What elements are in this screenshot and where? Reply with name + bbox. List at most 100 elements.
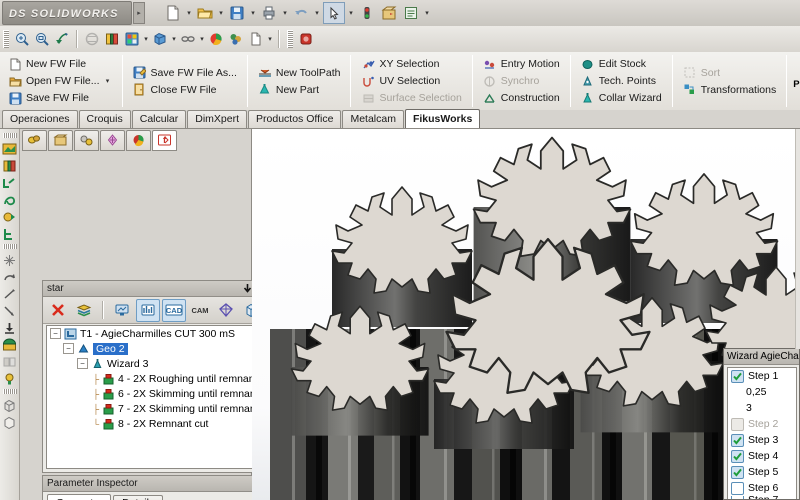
zoom-to-area-icon[interactable] [32,29,52,49]
wizard-step-list[interactable]: Step 1 0,25 3 Step 2 Step 3 [727,367,797,499]
solidworks-logo[interactable]: DS SOLIDWORKS [2,1,132,25]
dimxpert-tab[interactable] [100,130,125,151]
wizard-step-row[interactable]: Step 7 [728,496,796,499]
print-icon[interactable] [259,3,279,23]
wizard-step-row[interactable]: Step 6 [728,480,796,496]
wizard-step-row[interactable]: Step 4 [728,448,796,464]
tab-croquis[interactable]: Croquis [79,110,131,128]
transformations-button[interactable]: Transformations [679,81,780,98]
xy-selection-button[interactable]: XY Selection [357,56,465,73]
tab-productos-office[interactable]: Productos Office [248,110,341,128]
vbar-grip-3[interactable] [3,389,17,394]
save-icon[interactable] [227,3,247,23]
tab-calcular[interactable]: Calcular [132,110,187,128]
step-4-checkbox[interactable] [731,450,744,463]
wizard-substep-row[interactable]: 0,25 [728,384,796,400]
toolbar-grip-2[interactable] [287,30,293,48]
box-icon[interactable] [1,396,19,413]
uv-selection-button[interactable]: UV Selection [357,73,465,90]
sort-button[interactable]: Sort [679,64,780,81]
save-fw-file-as-button[interactable]: Save FW File As... [129,64,241,81]
view-orientation-caret[interactable]: ▾ [142,35,150,43]
configuration-tab[interactable] [74,130,99,151]
new-fw-file-button[interactable]: New FW File [4,56,116,73]
step-5-checkbox[interactable] [731,466,744,479]
logo-dropdown-arrow[interactable]: ▸ [133,2,145,24]
appearance-icon[interactable] [206,29,226,49]
sketch-line-icon[interactable] [1,174,19,191]
save-caret[interactable]: ▾ [249,9,257,17]
step-6-checkbox[interactable] [731,482,744,495]
arrow-icon[interactable] [1,302,19,319]
surface-selection-button[interactable]: Surface Selection [357,90,465,107]
tab-metalcam[interactable]: Metalcam [342,110,404,128]
step-7-checkbox[interactable] [731,496,744,499]
wizard-substep-row[interactable]: 3 [728,400,796,416]
options-icon[interactable] [401,3,421,23]
traffic-light-icon[interactable] [357,3,377,23]
tree-row-machine[interactable]: − T1 - AgieCharmilles CUT 300 mS [47,326,265,341]
tree-expander-machine[interactable]: − [50,328,61,339]
tree-row-geometry[interactable]: − Geo 2 [47,341,265,356]
zoom-to-fit-icon[interactable] [12,29,32,49]
new-document-caret[interactable]: ▾ [185,9,193,17]
display-manager-tab[interactable] [126,130,151,151]
synchro-button[interactable]: Synchro [479,73,564,90]
view-orientation-icon[interactable] [122,29,142,49]
print-caret[interactable]: ▾ [281,9,289,17]
collar-wizard-button[interactable]: Collar Wizard [577,90,666,107]
apply-scene-icon[interactable] [246,29,266,49]
search-icon[interactable] [296,29,316,49]
step-3-checkbox[interactable] [731,434,744,447]
tree-expander-geometry[interactable]: − [63,343,74,354]
open-fw-file-button[interactable]: Open FW File... ▾ [4,73,116,90]
tree-row-operation[interactable]: ├ 7 - 2X Skimming until remnant [47,401,265,416]
close-fw-file-button[interactable]: Close FW File [129,81,241,98]
wizard-step-row[interactable]: Step 5 [728,464,796,480]
tab-dimxpert[interactable]: DimXpert [187,110,247,128]
options-caret[interactable]: ▾ [423,9,431,17]
new-toolpath-button[interactable]: New ToolPath [254,64,345,81]
tab-details[interactable]: Details [113,495,163,500]
cavity-icon[interactable] [1,336,19,353]
hide-show-caret[interactable]: ▾ [198,35,206,43]
undo-caret[interactable]: ▾ [313,9,321,17]
step-2-checkbox[interactable] [731,418,744,431]
fikusworks-tab[interactable]: f [152,130,177,151]
section-view-icon[interactable] [102,29,122,49]
rebuild-icon[interactable] [379,3,399,23]
tab-fikusworks[interactable]: FikusWorks [405,109,480,128]
monitor-button[interactable] [110,299,134,322]
scene-icon[interactable] [226,29,246,49]
new-part-button[interactable]: New Part [254,81,345,98]
features-tree-tab[interactable] [22,130,47,151]
process-button[interactable]: Process ▾ [789,52,800,110]
layers-button[interactable] [72,299,96,322]
tab-geometry[interactable]: Geometry [47,494,111,500]
tree-row-operation[interactable]: └ 8 - 2X Remnant cut [47,416,265,431]
apply-scene-caret[interactable]: ▾ [266,35,274,43]
entry-motion-button[interactable]: Entry Motion [479,56,564,73]
select-arrow-icon[interactable] [323,2,345,24]
display-style-icon[interactable] [150,29,170,49]
vbar-grip-1[interactable] [3,133,17,138]
delete-button[interactable] [46,299,70,322]
view-shaded-icon[interactable] [1,140,19,157]
tree-row-wizard[interactable]: − Wizard 3 [47,356,265,371]
open-fw-file-caret[interactable]: ▾ [104,77,112,85]
tree-row-operation[interactable]: ├ 4 - 2X Roughing until remnant [47,371,265,386]
tree-row-operation[interactable]: ├ 6 - 2X Skimming until remnant [47,386,265,401]
mirror-icon[interactable] [1,353,19,370]
section-icon[interactable] [1,157,19,174]
toolpath-tree[interactable]: − T1 - AgieCharmilles CUT 300 mS − Geo 2 [46,325,266,469]
new-document-icon[interactable] [163,3,183,23]
point-icon[interactable] [1,251,19,268]
edit-stock-button[interactable]: Edit Stock [577,56,666,73]
rotate-view-icon[interactable] [82,29,102,49]
wizard-step-row[interactable]: Step 1 [728,368,796,384]
fillet-icon[interactable] [1,208,19,225]
construction-button[interactable]: Construction [479,90,564,107]
graphics-scrollbar[interactable] [795,129,800,349]
display-style-caret[interactable]: ▾ [170,35,178,43]
hide-show-icon[interactable] [178,29,198,49]
